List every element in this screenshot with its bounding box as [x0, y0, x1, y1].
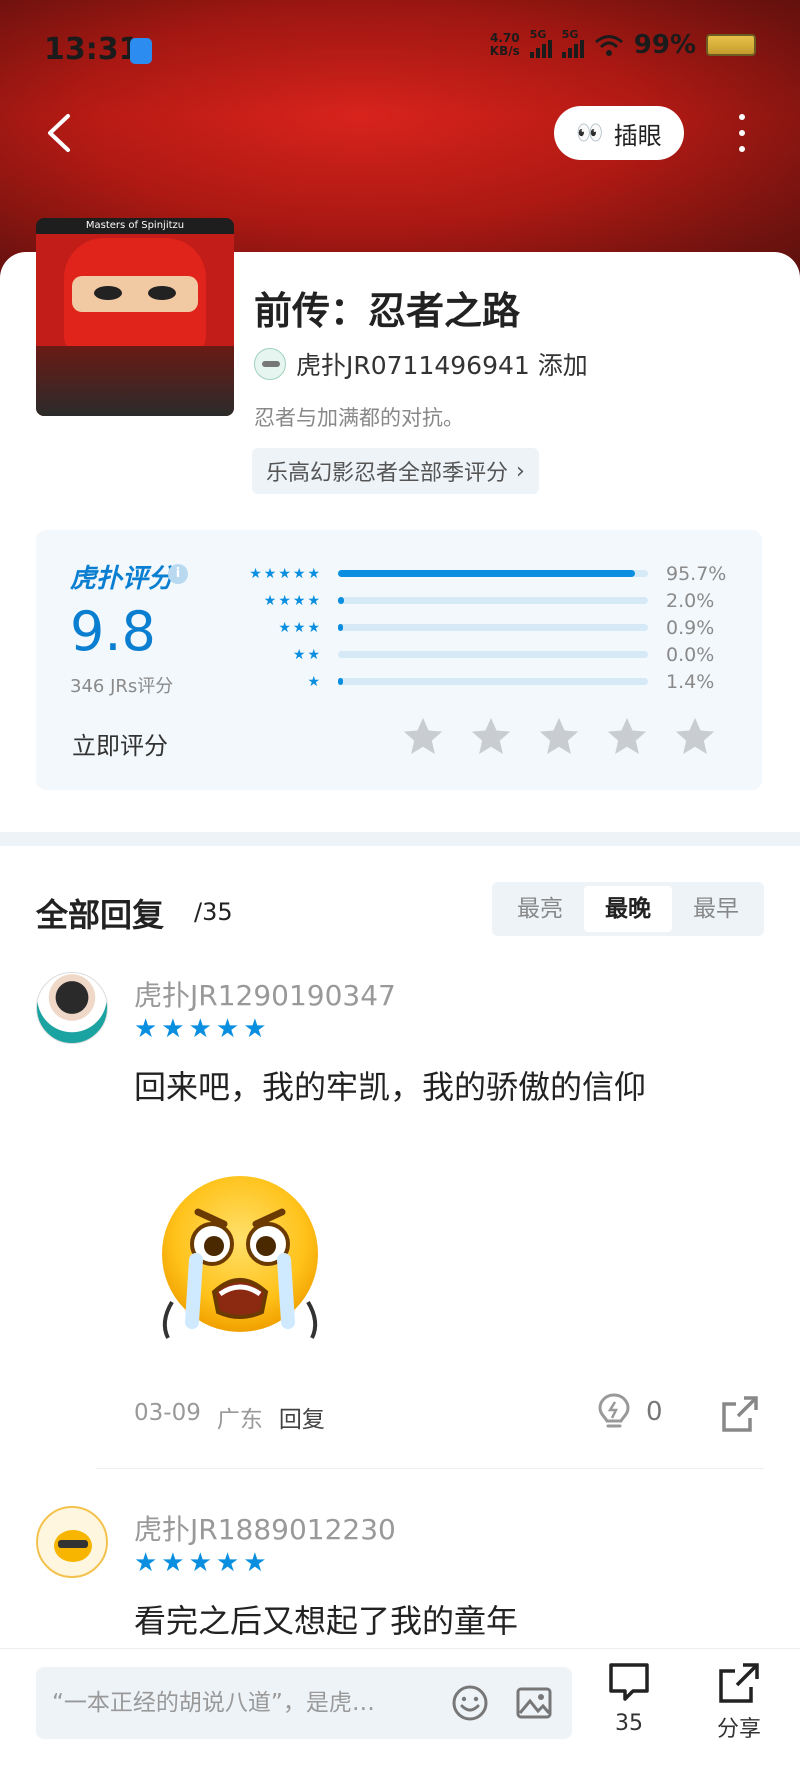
poster-strip-text: Masters of Spinjitzu — [36, 218, 234, 234]
sort-tab-earliest[interactable]: 最早 — [672, 886, 760, 932]
collection-link[interactable]: 乐高幻影忍者全部季评分 › — [252, 448, 539, 494]
comment-meta: 03-09 广东 回复 — [134, 1400, 325, 1434]
comment-date: 03-09 — [134, 1400, 201, 1426]
replies-count: /35 — [194, 898, 233, 926]
page-title: 前传：忍者之路 — [254, 289, 521, 333]
network-speed: 4.70 KB/s — [489, 31, 520, 58]
replies-title: 全部回复 — [36, 896, 165, 934]
lightbulb-icon — [598, 1393, 630, 1428]
rating-distribution-row: ★★★ 0.9% — [278, 617, 715, 639]
rate-now-label: 立即评分 — [72, 732, 168, 760]
distribution-bar — [338, 678, 343, 685]
comment-bubble-icon — [609, 1663, 649, 1701]
avatar[interactable] — [36, 972, 108, 1044]
battery-percent: 99% — [633, 30, 696, 60]
comment-stars: ★★★★★ — [134, 1014, 271, 1044]
comment-region: 广东 — [216, 1407, 263, 1433]
collection-label: 乐高幻影忍者全部季评分 — [266, 461, 509, 486]
crying-face-emoji-icon — [162, 1176, 318, 1339]
more-options-button[interactable] — [730, 110, 754, 156]
star-rating-4[interactable] — [604, 714, 650, 760]
rating-distribution-row: ★★★★★ 95.7% — [249, 563, 727, 585]
rate-stars — [400, 714, 718, 760]
comment-username[interactable]: 虎扑JR1889012230 — [134, 1508, 396, 1548]
distribution-bar — [338, 624, 343, 631]
peek-label: 插眼 — [613, 121, 662, 150]
comment-divider — [96, 1468, 764, 1469]
avatar — [254, 348, 286, 380]
bottom-bar: 35 分享 — [0, 1648, 800, 1778]
star-rating-1[interactable] — [400, 714, 446, 760]
reply-button[interactable]: 回复 — [279, 1400, 325, 1434]
image-icon[interactable] — [514, 1683, 554, 1723]
star-rating-5[interactable] — [672, 714, 718, 760]
rating-distribution-row: ★ 1.4% — [307, 671, 715, 693]
creator-info[interactable]: 虎扑JR0711496941 添加 — [254, 346, 588, 382]
back-button[interactable] — [40, 110, 80, 156]
avatar[interactable] — [36, 1506, 108, 1578]
share-icon — [719, 1663, 759, 1703]
comment-text: 看完之后又想起了我的童年 — [134, 1602, 519, 1640]
notification-app-icon — [130, 38, 152, 64]
rating-distribution-row: ★★★★ 2.0% — [263, 590, 715, 612]
sort-tabs: 最亮 最晚 最早 — [492, 882, 764, 936]
status-bar: 13:31 4.70 KB/s 5G 5G 99% — [0, 0, 800, 96]
wifi-icon — [594, 35, 623, 56]
section-divider — [0, 832, 800, 846]
show-description: 忍者与加满都的对抗。 — [254, 406, 464, 430]
star-rating-2[interactable] — [468, 714, 514, 760]
eyes-icon: 👀 — [576, 120, 604, 146]
comment-input-box[interactable] — [36, 1667, 572, 1739]
status-indicators: 4.70 KB/s 5G 5G 99% — [489, 28, 756, 60]
show-poster[interactable]: Masters of Spinjitzu — [36, 218, 234, 416]
signal-icon: 5G — [561, 28, 584, 58]
comment-text: 回来吧，我的牢凯，我的骄傲的信仰 — [134, 1068, 647, 1106]
comments-count: 35 — [615, 1711, 643, 1736]
emoji-icon[interactable] — [450, 1683, 490, 1723]
comment-stars: ★★★★★ — [134, 1548, 271, 1578]
comment-input[interactable] — [52, 1690, 442, 1716]
like-count: 0 — [646, 1397, 663, 1427]
comment-username[interactable]: 虎扑JR1290190347 — [134, 974, 396, 1014]
dot-icon — [739, 130, 745, 136]
star-rating-3[interactable] — [536, 714, 582, 760]
status-time: 13:31 — [44, 32, 140, 67]
dot-icon — [739, 146, 745, 152]
battery-icon — [706, 34, 756, 56]
sort-tab-hottest[interactable]: 最亮 — [496, 886, 584, 932]
sort-tab-latest[interactable]: 最晚 — [584, 886, 672, 932]
chevron-right-icon: › — [516, 458, 525, 484]
like-button[interactable]: 0 — [596, 1392, 663, 1432]
chevron-left-icon — [48, 114, 70, 152]
share-label: 分享 — [716, 1717, 761, 1742]
creator-name: 虎扑JR0711496941 添加 — [296, 351, 588, 380]
dot-icon — [739, 114, 745, 120]
comments-button[interactable]: 35 — [594, 1659, 664, 1736]
rating-distribution-row: ★★ 0.0% — [292, 644, 715, 666]
distribution-bar — [338, 570, 635, 577]
signal-icon: 5G — [529, 28, 552, 58]
peek-button[interactable]: 👀 插眼 — [554, 106, 684, 160]
share-icon[interactable] — [720, 1394, 760, 1434]
share-button[interactable]: 分享 — [704, 1659, 774, 1743]
distribution-bar — [338, 597, 345, 604]
rating-panel: 虎扑评分® i 9.8 346 JRs评分 立即评分 ★★★★★ 95.7% ★… — [36, 530, 762, 790]
